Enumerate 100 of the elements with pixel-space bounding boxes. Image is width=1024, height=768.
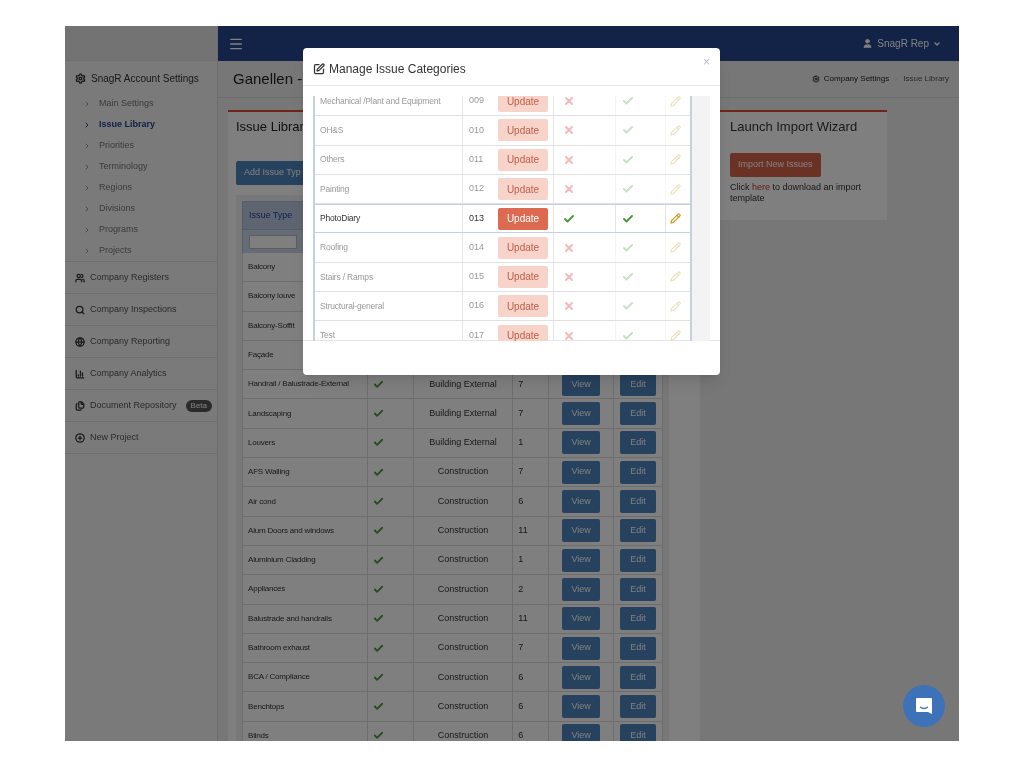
submenu-item[interactable]: Priorities [65, 135, 217, 156]
category-row[interactable]: OH&S 010 Update [315, 116, 690, 146]
category-code: 009 [469, 96, 485, 108]
update-button[interactable]: Update [498, 324, 548, 341]
update-button[interactable]: Update [498, 119, 548, 142]
view-button[interactable]: View [562, 519, 601, 543]
view-button[interactable]: View [562, 577, 601, 601]
category-row[interactable]: Painting 012 Update [315, 174, 690, 205]
view-button[interactable]: View [562, 402, 601, 426]
table-cell: Aluminium Cladding [248, 554, 316, 567]
submenu-item[interactable]: Divisions [65, 198, 217, 219]
edit-button[interactable]: Edit [620, 577, 657, 601]
view-button[interactable]: View [562, 548, 601, 572]
table-cell-text: 6 [518, 699, 524, 713]
category-name: Stairs / Ramps [320, 270, 373, 284]
category-row[interactable]: Test 017 Update [315, 321, 690, 341]
submenu-item[interactable]: Terminology [65, 156, 217, 177]
category-code: 011 [469, 153, 484, 166]
submenu-item[interactable]: Main Settings [65, 93, 217, 114]
submenu-item[interactable]: Programs [65, 219, 217, 240]
check-icon [622, 241, 634, 254]
view-button[interactable]: View [562, 636, 601, 660]
table-cell: Air cond [248, 495, 276, 508]
import-button[interactable]: Import New Issues [730, 153, 821, 177]
category-code: 014 [469, 240, 485, 254]
edit-button[interactable]: Edit [620, 460, 657, 484]
category-row[interactable]: Structural-general 016 Update [315, 292, 690, 322]
edit-button[interactable]: Edit [620, 607, 657, 631]
category-row[interactable]: PhotoDiary 013 Update [315, 204, 690, 234]
user-icon [862, 38, 874, 49]
category-code: 016 [469, 299, 485, 313]
category-name: Others [320, 153, 345, 167]
category-code: 017 [469, 328, 485, 341]
category-row[interactable]: Stairs / Ramps 015 Update [315, 262, 690, 293]
view-button[interactable]: View [562, 695, 601, 719]
view-button[interactable]: View [562, 607, 601, 631]
sidebar-item[interactable]: New Project [65, 422, 217, 454]
edit-button[interactable]: Edit [620, 548, 657, 572]
category-code: 012 [469, 182, 485, 196]
pencil-icon[interactable] [670, 213, 681, 225]
table-cell-text: 7 [518, 377, 524, 391]
edit-button[interactable]: Edit [620, 431, 657, 455]
update-button[interactable]: Update [498, 96, 548, 113]
filter-field[interactable] [249, 234, 297, 249]
view-button[interactable]: View [562, 460, 601, 484]
table-cell-text: 6 [518, 670, 524, 684]
update-button[interactable]: Update [498, 207, 548, 230]
gear-icon [811, 75, 820, 83]
edit-button[interactable]: Edit [620, 665, 657, 689]
view-button[interactable]: View [562, 724, 601, 741]
category-row[interactable]: Others 011 Update [315, 145, 690, 175]
here-link[interactable]: here [752, 182, 770, 192]
table-cell: Blinds [248, 729, 269, 741]
sidebar-item[interactable]: Document Repository Beta [65, 390, 217, 422]
update-button[interactable]: Update [498, 265, 548, 288]
update-button[interactable]: Update [498, 295, 548, 318]
page-title: Ganellen - [233, 68, 303, 89]
chevron-icon [83, 120, 91, 129]
update-button[interactable]: Update [498, 178, 548, 201]
sidebar-item[interactable]: Company Analytics [65, 358, 217, 390]
table-cell: Louvers [248, 436, 276, 449]
check-icon [622, 153, 634, 166]
category-row[interactable]: Roofing 014 Update [315, 233, 690, 263]
update-button[interactable]: Update [498, 148, 548, 171]
edit-button[interactable]: Edit [620, 695, 657, 719]
sidebar-item[interactable]: Company Reporting [65, 326, 217, 358]
panel-title: Issue Librar [236, 118, 304, 136]
section-title: SnagR Account Settings [91, 71, 199, 86]
category-name: OH&S [320, 124, 344, 137]
table-cell: 1 [518, 436, 524, 450]
table-cell: Handrail / Balustrade-External [248, 378, 349, 391]
view-button[interactable]: View [562, 431, 601, 455]
breadcrumb-link[interactable]: Company Settings [823, 73, 890, 85]
sidebar-item[interactable]: Company Inspections [65, 294, 217, 326]
edit-button[interactable]: Edit [620, 636, 657, 660]
submenu-item[interactable]: Issue Library [65, 114, 217, 135]
table-cell-text: Construction [437, 670, 489, 684]
submenu-item[interactable]: Regions [65, 177, 217, 198]
close-button[interactable]: × [703, 56, 710, 68]
edit-button[interactable]: Edit [620, 490, 657, 513]
category-row[interactable]: Mechanical /Plant and Equipment 009 Update [315, 96, 690, 117]
chat-button[interactable] [903, 685, 945, 727]
table-cell-text: Construction [437, 699, 489, 713]
view-button[interactable]: View [562, 665, 601, 689]
breadcrumb-link[interactable]: Issue Library [903, 73, 949, 85]
edit-button[interactable]: Edit [620, 724, 657, 741]
submenu-item[interactable]: Projects [65, 240, 217, 261]
table-cell: Construction [437, 465, 489, 479]
user-menu[interactable]: SnagR Rep [862, 36, 949, 51]
sidebar-item[interactable]: Company Registers [65, 262, 217, 294]
edit-button[interactable]: Edit [620, 519, 657, 543]
table-cell: Balcony-Soffit [248, 319, 295, 332]
view-button[interactable]: View [562, 490, 601, 513]
globe-icon [75, 336, 85, 347]
update-button[interactable]: Update [498, 236, 548, 259]
table-cell: Alum Doors and windows [248, 524, 334, 537]
edit-button[interactable]: Edit [620, 402, 657, 426]
check-icon [622, 183, 634, 196]
category-name: Roofing [320, 241, 348, 254]
modal-title: Manage Issue Categories [329, 61, 466, 78]
